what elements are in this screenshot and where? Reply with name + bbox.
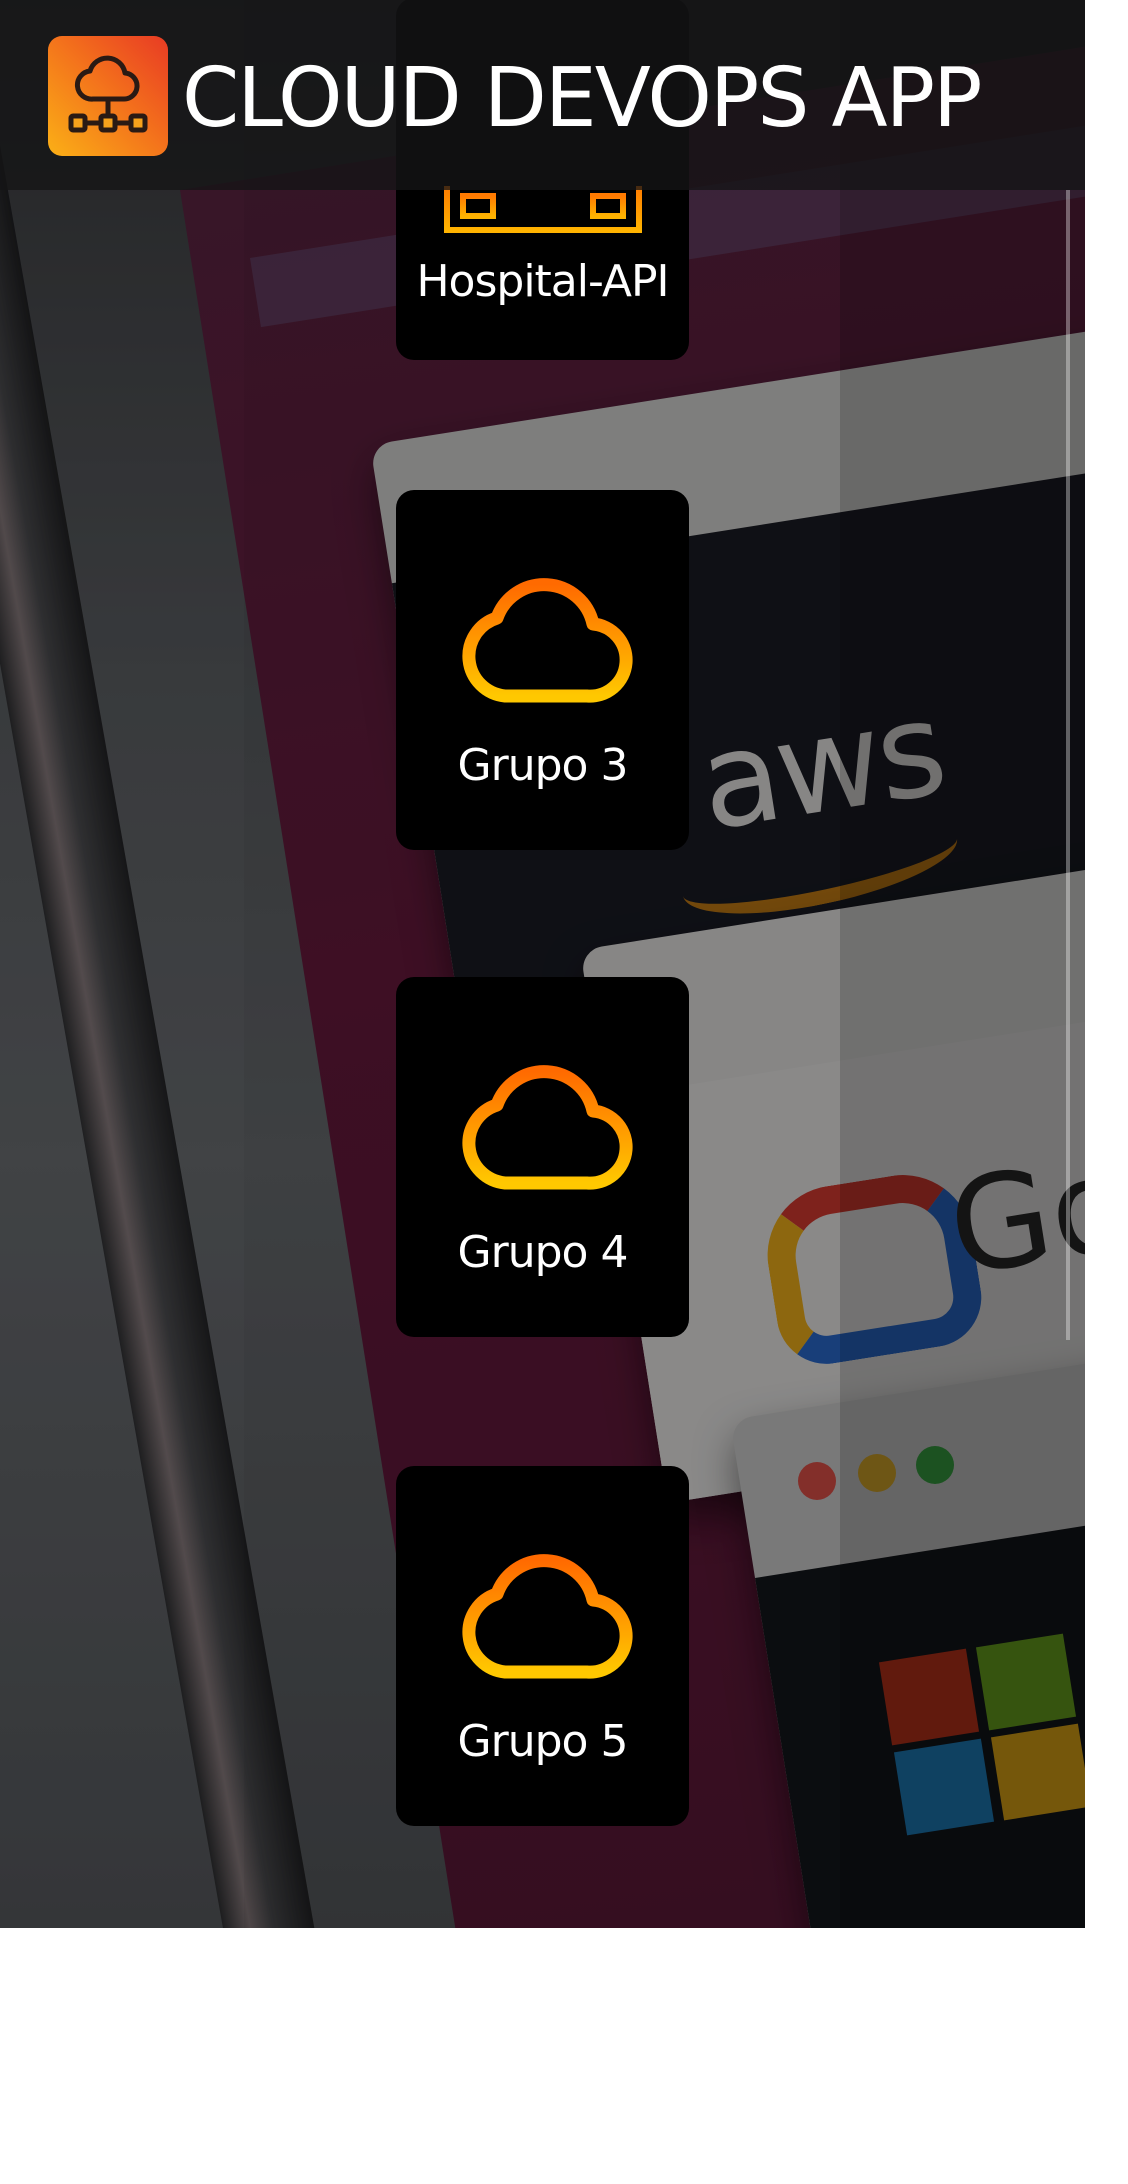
app-title: CLOUD DEVOPS APP — [182, 51, 982, 146]
group-label: Hospital-API — [416, 256, 669, 307]
group-label: Grupo 5 — [457, 1716, 629, 1767]
cloud-network-icon — [63, 49, 153, 143]
cloud-icon — [453, 1538, 633, 1686]
group-card-grupo-4[interactable]: Grupo 4 — [396, 977, 689, 1337]
cloud-icon — [453, 1049, 633, 1197]
app-header: CLOUD DEVOPS APP — [0, 0, 1085, 190]
group-label: Grupo 4 — [457, 1227, 629, 1278]
group-label: Grupo 3 — [457, 740, 629, 791]
cloud-icon — [453, 562, 633, 710]
group-card-grupo-5[interactable]: Grupo 5 — [396, 1466, 689, 1826]
app-logo[interactable] — [48, 36, 168, 156]
page-viewport: aws Go Hospital-API Grupo 3 Grupo 4 Grup… — [0, 0, 1085, 1928]
group-card-grupo-3[interactable]: Grupo 3 — [396, 490, 689, 850]
server-rack-icon — [443, 186, 643, 240]
